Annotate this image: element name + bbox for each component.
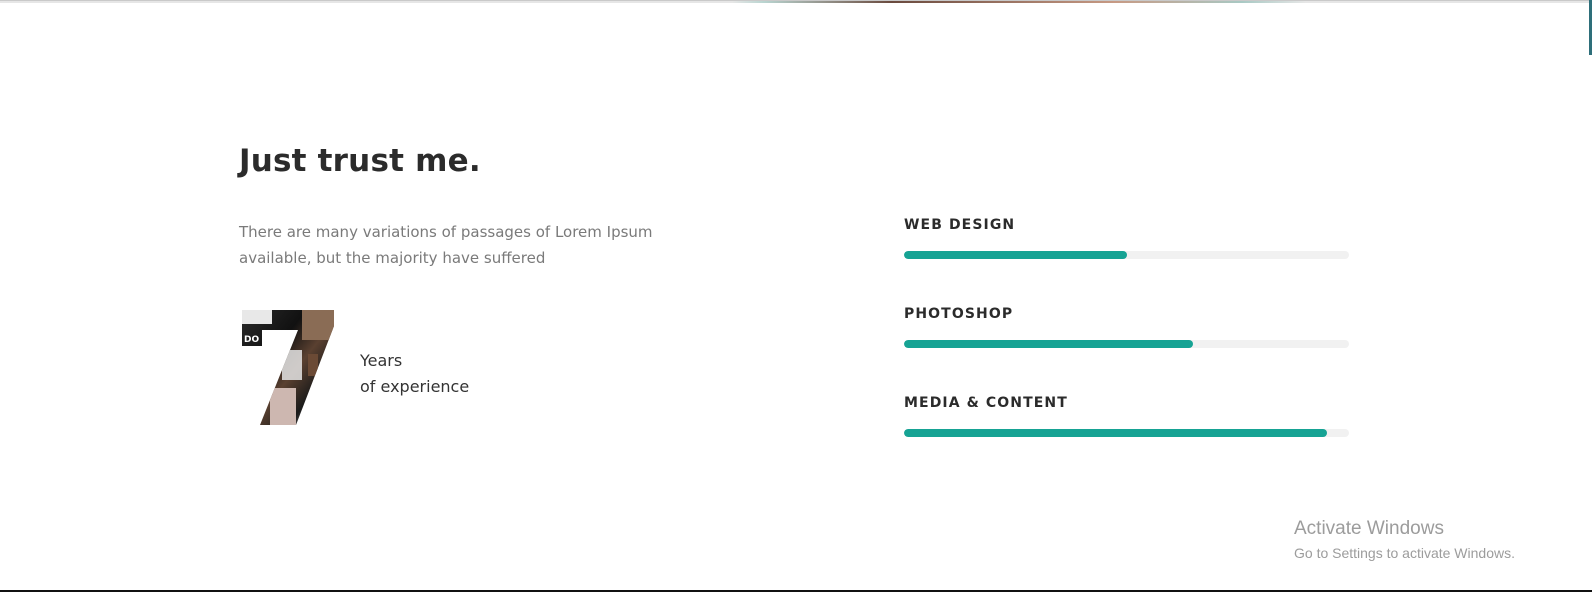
skill-item: MEDIA & CONTENT bbox=[904, 388, 1349, 477]
skill-progress-fill bbox=[904, 340, 1194, 348]
skill-label: PHOTOSHOP bbox=[904, 306, 1014, 322]
skill-progress-fill bbox=[904, 251, 1127, 259]
skill-item: PHOTOSHOP bbox=[904, 299, 1349, 388]
image-overlay-text: DO bbox=[244, 335, 259, 345]
skill-progress-track bbox=[904, 340, 1349, 348]
skill-progress-track bbox=[904, 251, 1349, 259]
activation-subtitle: Go to Settings to activate Windows. bbox=[1294, 545, 1515, 561]
skill-label: WEB DESIGN bbox=[904, 217, 1016, 233]
activation-title: Activate Windows bbox=[1294, 518, 1444, 539]
section-intro: There are many variations of passages of… bbox=[239, 223, 653, 267]
skill-item: WEB DESIGN bbox=[904, 210, 1349, 299]
experience-caption: Years of experience bbox=[360, 348, 469, 400]
section-title: Just trust me. bbox=[239, 143, 481, 179]
skill-progress-fill bbox=[904, 429, 1327, 437]
skill-label: MEDIA & CONTENT bbox=[904, 395, 1068, 411]
experience-caption-line2: of experience bbox=[360, 377, 470, 396]
experience-number-image: DO bbox=[242, 310, 334, 425]
skills-list: WEB DESIGN PHOTOSHOP MEDIA & CONTENT bbox=[904, 210, 1349, 477]
skill-progress-track bbox=[904, 429, 1349, 437]
windows-activation-watermark: Activate Windows Go to Settings to activ… bbox=[1294, 518, 1515, 563]
experience-caption-line1: Years bbox=[360, 351, 403, 370]
top-divider bbox=[0, 0, 1592, 1]
